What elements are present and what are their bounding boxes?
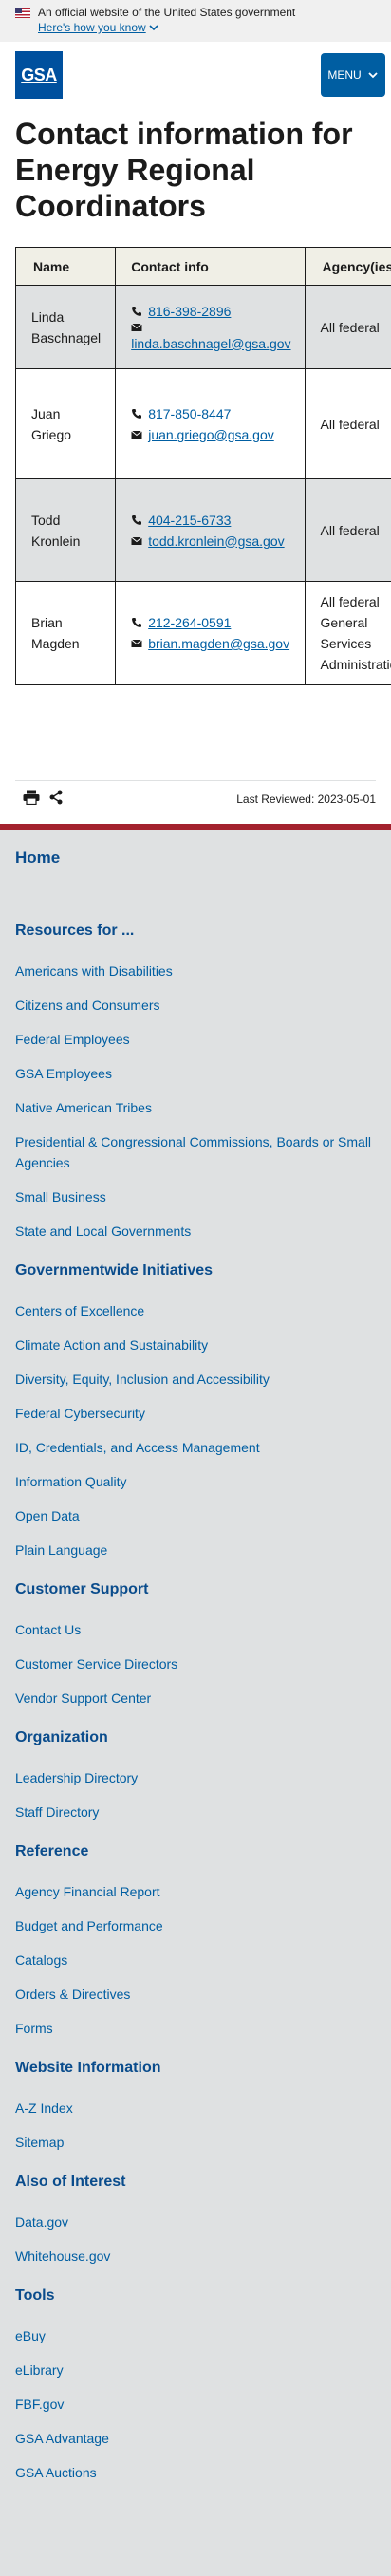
column-header-contact: Contact info — [116, 248, 305, 286]
site-footer: Home Resources for ... Americans with Di… — [0, 824, 391, 2576]
phone-icon — [131, 306, 142, 317]
footer-link[interactable]: Budget and Performance — [15, 1915, 376, 1936]
chevron-down-icon — [149, 23, 158, 32]
footer-link[interactable]: Whitehouse.gov — [15, 2246, 376, 2267]
footer-link[interactable]: State and Local Governments — [15, 1221, 376, 1241]
footer-link[interactable]: Data.gov — [15, 2212, 376, 2232]
footer-link[interactable]: Leadership Directory — [15, 1767, 376, 1788]
footer-link[interactable]: Plain Language — [15, 1540, 376, 1560]
footer-link[interactable]: Staff Directory — [15, 1801, 376, 1822]
table-header-row: Name Contact info Agency(ies) — [16, 248, 391, 286]
footer-link[interactable]: Information Quality — [15, 1471, 376, 1492]
contact-agency: All federal — [305, 479, 391, 582]
table-row: Todd Kronlein 404-215-6733 todd.kronlein… — [16, 479, 391, 582]
footer-link[interactable]: Americans with Disabilities — [15, 961, 376, 981]
footer-section-heading: Tools — [15, 2287, 376, 2305]
footer-link[interactable]: Catalogs — [15, 1950, 376, 1970]
site-header: GSA MENU — [0, 42, 391, 108]
page-tools: Last Reviewed: 2023-05-01 — [15, 780, 376, 811]
menu-button[interactable]: MENU — [321, 53, 385, 97]
contact-name: Todd Kronlein — [16, 479, 116, 582]
contact-name: Juan Griego — [16, 369, 116, 479]
gsa-logo[interactable]: GSA — [15, 51, 63, 99]
footer-link[interactable]: Presidential & Congressional Commissions… — [15, 1131, 376, 1173]
contact-info-cell: 816-398-2896 linda.baschnagel@gsa.gov — [116, 286, 305, 369]
footer-link[interactable]: Agency Financial Report — [15, 1881, 376, 1902]
footer-section-heading: Resources for ... — [15, 923, 376, 940]
banner-text: An official website of the United States… — [38, 6, 295, 19]
footer-link[interactable]: Vendor Support Center — [15, 1688, 376, 1708]
gov-banner: An official website of the United States… — [0, 0, 391, 42]
phone-link[interactable]: 212-264-0591 — [148, 612, 231, 633]
footer-link[interactable]: Small Business — [15, 1186, 376, 1207]
footer-link[interactable]: Centers of Excellence — [15, 1300, 376, 1321]
footer-link[interactable]: ID, Credentials, and Access Management — [15, 1437, 376, 1458]
phone-link[interactable]: 817-850-8447 — [148, 403, 231, 424]
footer-section-heading: Website Information — [15, 2060, 376, 2077]
page-title: Contact information for Energy Regional … — [0, 108, 391, 224]
phone-link[interactable]: 404-215-6733 — [148, 510, 231, 531]
footer-section-heading: Organization — [15, 1729, 376, 1746]
us-flag-icon — [15, 8, 30, 18]
email-link[interactable]: juan.griego@gsa.gov — [148, 424, 274, 445]
banner-how-you-know-link[interactable]: Here's how you know — [38, 21, 158, 34]
footer-link[interactable]: Contact Us — [15, 1619, 376, 1640]
email-link[interactable]: linda.baschnagel@gsa.gov — [131, 336, 290, 351]
footer-home-link[interactable]: Home — [15, 849, 376, 868]
contact-agency: All federal — [305, 286, 391, 369]
email-link[interactable]: todd.kronlein@gsa.gov — [148, 531, 284, 551]
envelope-icon — [131, 535, 142, 547]
footer-link[interactable]: Climate Action and Sustainability — [15, 1335, 376, 1355]
share-icon[interactable] — [49, 790, 63, 808]
phone-icon — [131, 514, 142, 526]
footer-link[interactable]: Forms — [15, 2018, 376, 2039]
footer-link[interactable]: Orders & Directives — [15, 1984, 376, 2005]
footer-link[interactable]: eBuy — [15, 2325, 376, 2346]
print-icon[interactable] — [23, 790, 40, 808]
envelope-icon — [131, 429, 142, 440]
phone-icon — [131, 408, 142, 420]
footer-section-heading: Customer Support — [15, 1581, 376, 1598]
chevron-down-icon — [367, 69, 379, 81]
footer-link[interactable]: Citizens and Consumers — [15, 995, 376, 1016]
footer-link[interactable]: Customer Service Directors — [15, 1653, 376, 1674]
last-reviewed: Last Reviewed: 2023-05-01 — [236, 793, 376, 806]
contact-agency: All federal General Services Administrat… — [305, 582, 391, 685]
footer-link[interactable]: A-Z Index — [15, 2098, 376, 2119]
footer-link[interactable]: GSA Auctions — [15, 2462, 376, 2483]
footer-link[interactable]: Diversity, Equity, Inclusion and Accessi… — [15, 1369, 376, 1390]
contact-info-cell: 212-264-0591 brian.magden@gsa.gov — [116, 582, 305, 685]
column-header-agency: Agency(ies) — [305, 248, 391, 286]
footer-link[interactable]: eLibrary — [15, 2360, 376, 2380]
envelope-icon — [131, 322, 142, 333]
contacts-table: Name Contact info Agency(ies) Linda Basc… — [15, 247, 391, 685]
contact-name: Linda Baschnagel — [16, 286, 116, 369]
contact-info-cell: 817-850-8447 juan.griego@gsa.gov — [116, 369, 305, 479]
footer-link[interactable]: Federal Cybersecurity — [15, 1403, 376, 1424]
table-row: Linda Baschnagel 816-398-2896 linda.basc… — [16, 286, 391, 369]
footer-link[interactable]: GSA Advantage — [15, 2428, 376, 2449]
footer-link[interactable]: FBF.gov — [15, 2394, 376, 2415]
column-header-name: Name — [16, 248, 116, 286]
phone-link[interactable]: 816-398-2896 — [148, 301, 231, 322]
footer-link[interactable]: Federal Employees — [15, 1029, 376, 1050]
footer-link[interactable]: Sitemap — [15, 2132, 376, 2153]
phone-icon — [131, 617, 142, 628]
table-row: Brian Magden 212-264-0591 brian.magden@g… — [16, 582, 391, 685]
envelope-icon — [131, 638, 142, 649]
contact-name: Brian Magden — [16, 582, 116, 685]
footer-section-heading: Also of Interest — [15, 2174, 376, 2191]
contacts-table-wrapper[interactable]: Name Contact info Agency(ies) Linda Basc… — [15, 247, 391, 685]
footer-link[interactable]: Native American Tribes — [15, 1097, 376, 1118]
footer-link[interactable]: GSA Employees — [15, 1063, 376, 1084]
footer-link[interactable]: Open Data — [15, 1505, 376, 1526]
email-link[interactable]: brian.magden@gsa.gov — [148, 633, 289, 654]
contact-info-cell: 404-215-6733 todd.kronlein@gsa.gov — [116, 479, 305, 582]
contact-agency: All federal — [305, 369, 391, 479]
table-row: Juan Griego 817-850-8447 juan.griego@gsa… — [16, 369, 391, 479]
footer-section-heading: Governmentwide Initiatives — [15, 1262, 376, 1279]
footer-section-heading: Reference — [15, 1843, 376, 1860]
